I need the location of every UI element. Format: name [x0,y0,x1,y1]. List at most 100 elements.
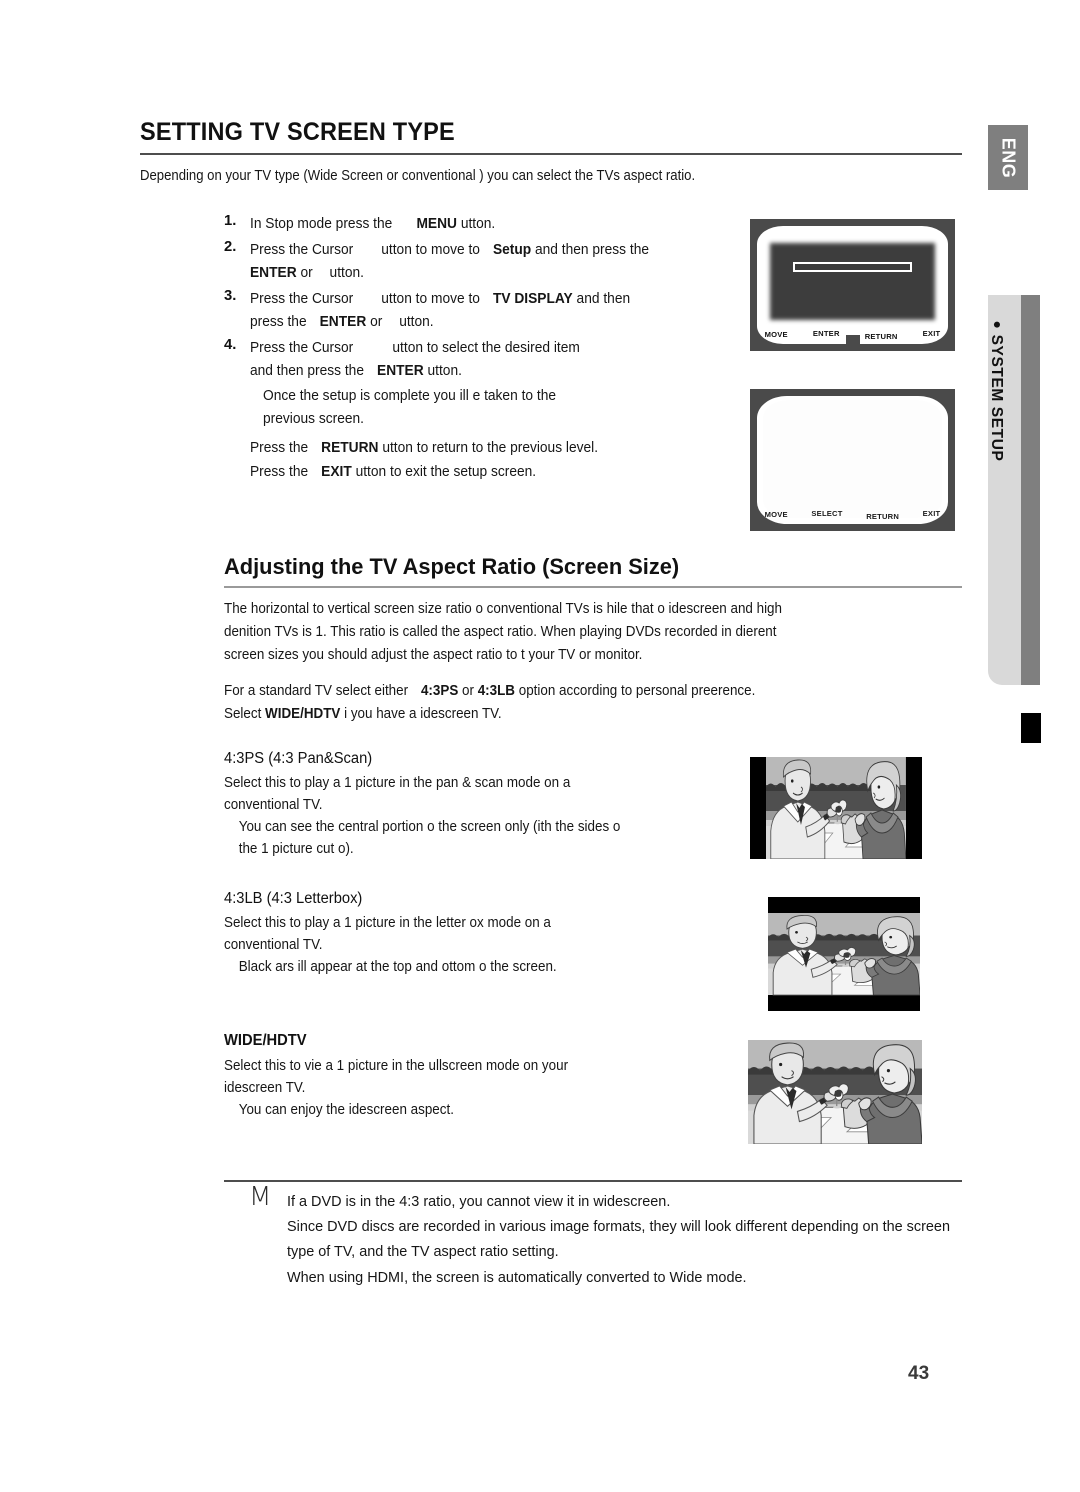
text: Press the Cursor [250,290,354,307]
text: utton to return to the previous level. [378,440,599,456]
note-body: If a DVD is in the 4:3 ratio, you cannot… [287,1189,670,1215]
step-subline: previous screen. [263,411,364,427]
illustration-panscan [750,757,922,859]
note-divider [224,1180,962,1182]
text: utton. [395,314,434,330]
tv-screen-setup-inner: MOVE SELECT RETURN EXIT [757,396,948,524]
text: Press the Cursor [250,339,354,356]
text: Select [224,706,266,722]
step-line: press the ENTER or utton. [250,311,767,335]
text: For a standard TV select either [224,683,409,699]
illustration-widescreen-svg [748,1040,922,1144]
keyword: MENU [416,216,457,232]
note-line: When using HDMI, the screen is automatic… [287,1268,747,1286]
keyword: EXIT [321,463,352,480]
keyword: RETURN [321,440,379,456]
text: Press the [250,440,309,456]
mode-body-4-3lb: Select this to play a 1 picture in the l… [224,912,557,978]
step-line: Press the Cursor utton to move to Setup a… [250,239,767,263]
page-number: 43 [908,1363,930,1384]
section-tab-face: ● SYSTEM SETUP [988,295,1021,685]
tv-screen-menu: MOVE ENTER RETURN EXIT [750,219,955,351]
page-edge-marker [1021,713,1041,743]
text: utton. [456,216,496,232]
text: utton. [423,363,462,379]
step-text: Press the Cursor utton to move to Setup a… [250,239,767,286]
text: or [366,314,383,330]
keyword: 4:3PS [420,683,459,699]
intro-text: Depending on your TV type (Wide Screen o… [140,168,696,184]
keyword: ENTER [319,314,367,330]
manual-page: ENG ● SYSTEM SETUP SETTING TV SCREEN TYPE… [0,0,1080,1492]
step-line: Press the Cursor utton to select the des… [250,337,767,361]
text: or [296,265,313,281]
press-note-line: Press the RETURN utton to return to the p… [250,437,598,461]
step-text: Press the Cursor utton to move to TV DISP… [250,288,767,335]
tv-setup-label-select: SELECT [811,508,843,518]
text: In Stop mode press the [250,216,393,232]
tv-screen-menu-inner: MOVE ENTER RETURN EXIT [757,226,948,344]
mode-line-indented: Black ars ill appear at the top and otto… [238,959,557,975]
step-number: 2. [224,238,237,255]
illustration-widescreen [748,1040,922,1144]
mode-body-wide-hdtv: Select this to vie a 1 picture in the ul… [224,1055,568,1121]
section-tab-system-setup: ● SYSTEM SETUP [988,295,1041,743]
keyword: ENTER [250,265,297,281]
text: press the [250,314,307,330]
language-tab-eng: ENG [988,125,1028,190]
note-overflow-line: Since DVD discs are recorded in various … [287,1214,1080,1240]
page-title: SETTING TV SCREEN TYPE [140,118,455,146]
text: utton to move to [377,290,480,307]
tv-menu-label-exit: EXIT [922,329,941,339]
step-item: 1. In Stop mode press the MENU utton. [224,213,744,237]
paragraph-ratio: The horizontal to vertical screen size r… [224,598,782,667]
mode-line: conventional TV. [224,937,323,953]
tv-screen-setup: MOVE SELECT RETURN EXIT [750,389,955,531]
keyword: WIDE/HDTV [265,706,341,722]
step-number: 1. [224,213,237,229]
press-notes: Press the RETURN utton to return to the p… [250,437,598,484]
text: utton to select the desired item [388,339,580,356]
note-line: If a DVD is in the 4:3 ratio, you cannot… [287,1193,671,1210]
step-item: 2. Press the Cursor utton to move to Setup… [224,239,744,286]
tv-setup-label-move: MOVE [764,509,788,519]
illustration-letterbox-svg [768,897,920,1011]
text: or [458,683,478,699]
section-title-aspect-ratio: Adjusting the TV Aspect Ratio (Screen Si… [224,554,680,579]
mode-line-indented: the 1 picture cut o). [238,841,354,857]
illustration-panscan-svg [750,757,922,859]
mode-line-indented: You can see the central portion o the sc… [238,819,621,835]
text: and then [572,290,631,307]
step-subtext: Once the setup is complete you ill e tak… [250,385,767,432]
text: i you have a idescreen TV. [340,706,502,722]
text: option according to personal preerence. [514,683,756,699]
tv-setup-label-return: RETURN [866,511,900,521]
tv-stand [845,335,860,351]
bullet-icon: ● [989,320,1006,330]
step-line: Press the Cursor utton to move to TV DISP… [250,288,767,312]
mode-line: Select this to vie a 1 picture in the ul… [224,1058,569,1074]
step-subline: Once the setup is complete you ill e tak… [263,387,556,404]
tv-setup-label-exit: EXIT [922,508,941,518]
step-item: 4. Press the Cursor utton to select the d… [224,337,744,432]
text: utton. [325,265,364,281]
text: Press the [250,463,309,480]
paragraph-line: For a standard TV select either 4:3PS or … [224,680,755,703]
paragraph-line: Select WIDE/HDTV i you have a idescreen … [224,703,755,726]
side-rail: ENG ● SYSTEM SETUP [988,0,1080,1492]
tv-menu-label-return: RETURN [864,332,898,342]
step-line: and then press the ENTER utton. [250,360,767,384]
paragraph-line: screen sizes you should adjust the aspec… [224,647,643,663]
text: utton to move to [377,241,480,258]
step-text: Press the Cursor utton to select the des… [250,337,767,384]
tv-menu-highlight-bar [793,261,912,272]
mode-line: idescreen TV. [224,1080,306,1096]
text: Press the Cursor [250,241,354,258]
paragraph-line: denition TVs is 1. This ratio is called … [224,624,777,640]
note-line: type of TV, and the TV aspect ratio sett… [287,1243,559,1260]
mode-line-indented: You can enjoy the idescreen aspect. [238,1102,454,1118]
step-item: 3. Press the Cursor utton to move to TV DI… [224,288,744,335]
step-number: 4. [224,336,237,353]
press-note-line: Press the EXIT utton to exit the setup sc… [250,461,598,485]
text: and then press the [531,241,649,258]
